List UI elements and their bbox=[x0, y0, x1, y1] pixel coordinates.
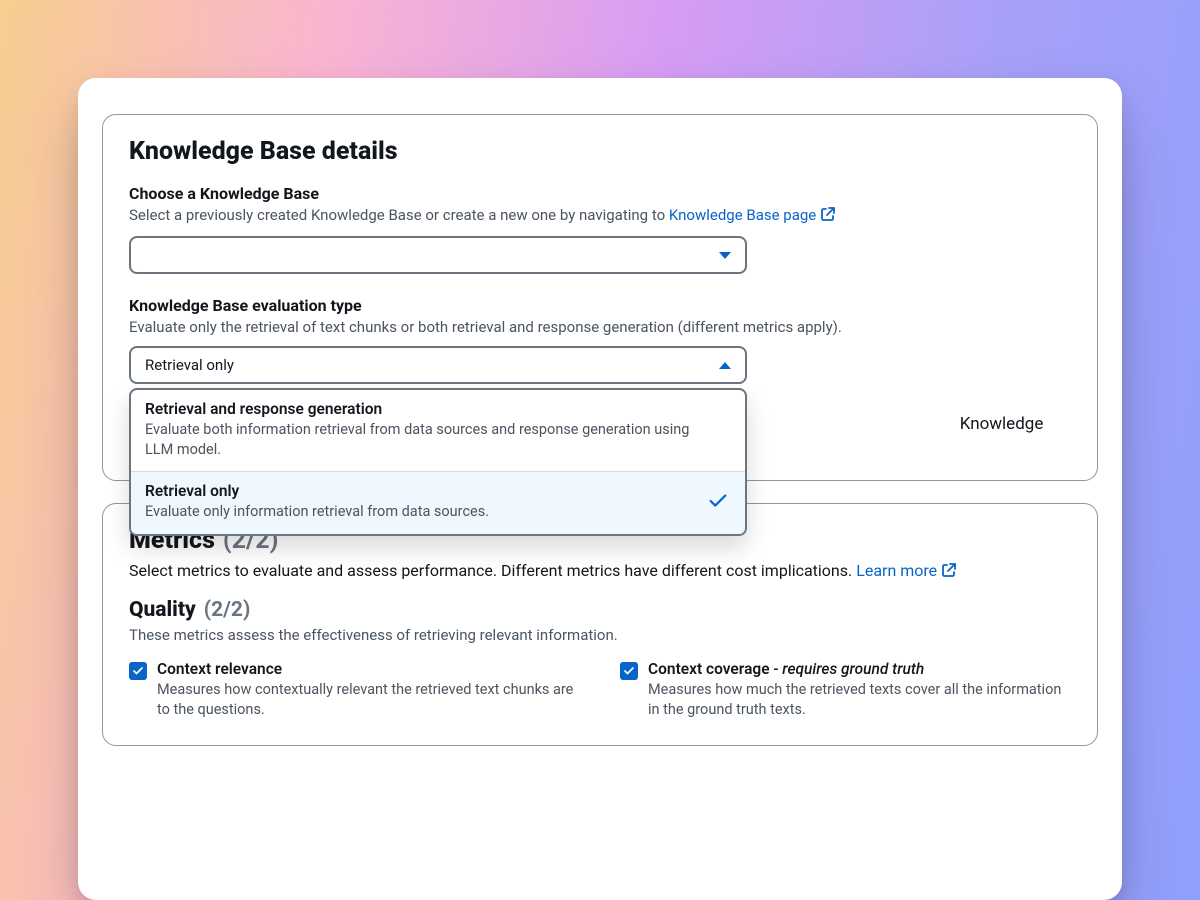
metrics-desc: Select metrics to evaluate and assess pe… bbox=[129, 561, 1071, 582]
learn-more-link[interactable]: Learn more bbox=[856, 561, 957, 580]
eval-type-select[interactable]: Retrieval only bbox=[129, 346, 747, 384]
kb-page-link-text: Knowledge Base page bbox=[669, 206, 816, 224]
metrics-panel: Metrics (2/2) Select metrics to evaluate… bbox=[102, 503, 1098, 746]
metric-label: Context relevance bbox=[157, 660, 580, 678]
kb-page-link[interactable]: Knowledge Base page bbox=[669, 206, 836, 224]
metric-label-text: Context relevance bbox=[157, 660, 282, 678]
external-link-icon bbox=[941, 562, 957, 582]
app-window: Knowledge Base details Choose a Knowledg… bbox=[78, 78, 1122, 900]
learn-more-text: Learn more bbox=[856, 561, 937, 580]
eval-type-desc: Evaluate only the retrieval of text chun… bbox=[129, 317, 1071, 338]
eval-type-value: Retrieval only bbox=[145, 356, 234, 374]
metric-desc: Measures how contextually relevant the r… bbox=[157, 680, 580, 719]
option-title: Retrieval and response generation bbox=[145, 400, 731, 418]
eval-type-select-wrap: Retrieval only Retrieval and response ge… bbox=[129, 346, 747, 384]
caret-up-icon bbox=[719, 362, 731, 369]
option-desc: Evaluate both information retrieval from… bbox=[145, 420, 731, 459]
option-title: Retrieval only bbox=[145, 482, 731, 500]
external-link-icon bbox=[820, 206, 836, 228]
quality-title: Quality bbox=[129, 598, 196, 622]
metric-context-coverage: Context coverage - requires ground truth… bbox=[620, 660, 1071, 719]
quality-count: (2/2) bbox=[204, 598, 251, 622]
metric-text: Context coverage - requires ground truth… bbox=[648, 660, 1071, 719]
eval-type-label: Knowledge Base evaluation type bbox=[129, 296, 1071, 315]
option-retrieval-and-generation[interactable]: Retrieval and response generation Evalua… bbox=[131, 390, 745, 471]
metric-label: Context coverage - requires ground truth bbox=[648, 660, 1071, 678]
quality-title-row: Quality (2/2) bbox=[129, 598, 1071, 622]
kb-select[interactable] bbox=[129, 236, 747, 274]
metric-label-text: Context coverage bbox=[648, 660, 770, 678]
choose-kb-desc-text: Select a previously created Knowledge Ba… bbox=[129, 206, 669, 224]
metric-note: - requires ground truth bbox=[770, 660, 925, 678]
choose-kb-label: Choose a Knowledge Base bbox=[129, 184, 1071, 203]
kb-details-panel: Knowledge Base details Choose a Knowledg… bbox=[102, 114, 1098, 481]
eval-type-dropdown: Retrieval and response generation Evalua… bbox=[129, 388, 747, 536]
metric-context-relevance: Context relevance Measures how contextua… bbox=[129, 660, 580, 719]
metric-text: Context relevance Measures how contextua… bbox=[157, 660, 580, 719]
caret-down-icon bbox=[719, 252, 731, 259]
option-desc: Evaluate only information retrieval from… bbox=[145, 502, 731, 522]
kb-details-title: Knowledge Base details bbox=[129, 137, 1071, 166]
quality-desc: These metrics assess the effectiveness o… bbox=[129, 626, 1071, 644]
choose-kb-desc: Select a previously created Knowledge Ba… bbox=[129, 205, 1071, 228]
metrics-grid: Context relevance Measures how contextua… bbox=[129, 660, 1071, 719]
checkbox-context-coverage[interactable] bbox=[620, 662, 638, 680]
check-icon bbox=[707, 490, 729, 516]
metric-desc: Measures how much the retrieved texts co… bbox=[648, 680, 1071, 719]
checkbox-context-relevance[interactable] bbox=[129, 662, 147, 680]
metrics-desc-text: Select metrics to evaluate and assess pe… bbox=[129, 561, 856, 580]
option-retrieval-only[interactable]: Retrieval only Evaluate only information… bbox=[131, 471, 745, 534]
